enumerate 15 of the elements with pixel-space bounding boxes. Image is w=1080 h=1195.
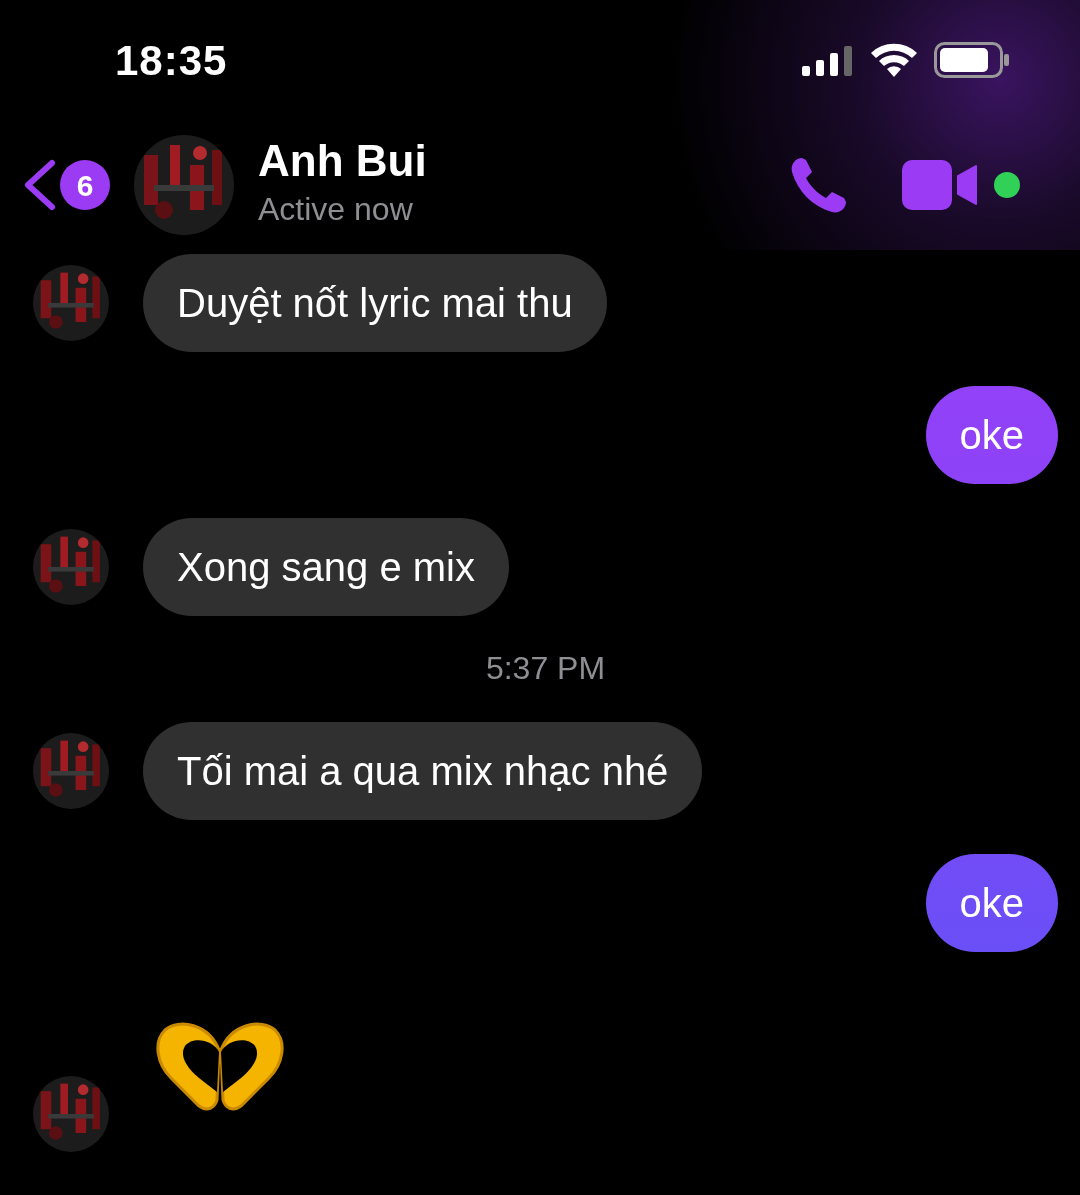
signal-icon — [802, 44, 854, 76]
wifi-icon — [870, 43, 918, 77]
message-bubble: oke — [925, 386, 1058, 484]
message-bubble: Tối mai a qua mix nhạc nhé — [143, 722, 703, 820]
clock-time: 18:35 — [115, 35, 228, 86]
active-status: Active now — [258, 190, 414, 230]
contact-name: Anh Bui — [258, 136, 427, 186]
back-icon[interactable] — [22, 159, 56, 211]
video-call-icon[interactable] — [902, 160, 978, 210]
unread-badge: 6 — [60, 160, 110, 210]
message-bubble: Duyệt nốt lyric mai thu — [143, 254, 607, 352]
message-bubble: Xong sang e mix — [143, 518, 509, 616]
message-bubble: oke — [925, 854, 1058, 952]
timestamp: 5:37 PM — [485, 649, 606, 688]
battery-icon — [934, 42, 1010, 78]
